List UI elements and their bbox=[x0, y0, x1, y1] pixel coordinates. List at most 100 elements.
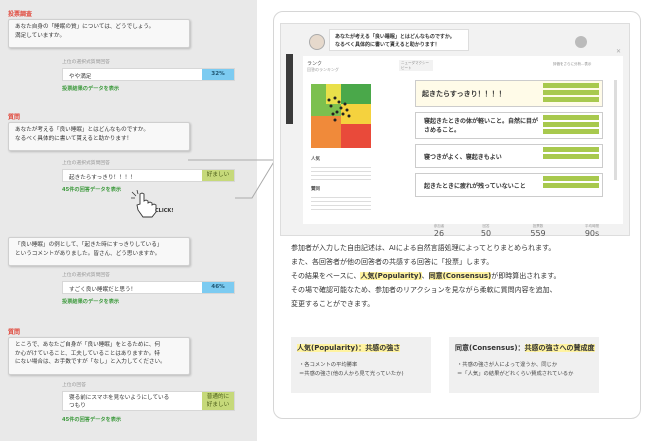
side-text-block bbox=[311, 194, 371, 210]
tag-list bbox=[543, 176, 599, 190]
ranked-answer-text: 起きたときに疲れが残っていないこと bbox=[424, 183, 526, 190]
box-title-text: 共感の強さへの賛成度 bbox=[524, 344, 595, 352]
popularity-highlight: 人気(Popularity) bbox=[360, 272, 422, 280]
result-tag-line: 普通的に bbox=[206, 394, 230, 400]
section-title: 質問 bbox=[8, 329, 21, 336]
question-card: あなた自身の「睡眠の質」については、どうでしょう。 満足していますか。 bbox=[8, 19, 190, 48]
tag-list bbox=[543, 147, 599, 161]
box-title: 同意(Consensus)：共感の強さへの賛成度 bbox=[455, 343, 595, 353]
ranked-answer-text: 寝つきがよく、寝起きもよい bbox=[424, 154, 502, 161]
description-text: その結果をベースに、 bbox=[291, 272, 361, 280]
show-results-link[interactable]: 投票結果のデータを表示 bbox=[62, 298, 119, 305]
tag-list bbox=[543, 83, 599, 104]
filter-chip[interactable]: ニューダマクシー ビート bbox=[399, 60, 433, 71]
show-answers-link[interactable]: 45件の回答データを表示 bbox=[62, 416, 121, 423]
stat: 投票数 559 bbox=[518, 224, 558, 238]
box-line: ・各コメントの平均勝率 bbox=[299, 362, 358, 368]
app-screenshot: あなたが考える「良い睡眠」とはどんなものですか。 なるべく具体的に書いて貰えると… bbox=[280, 23, 630, 238]
connector-line bbox=[188, 159, 276, 199]
bubble-line: なるべく具体的に書いて貰えると助かります！ bbox=[335, 42, 440, 48]
question-card: 「良い睡眠」の例として、「起きた時にすっきりしている」 というコメントがありまし… bbox=[8, 237, 190, 266]
participants-icon bbox=[575, 36, 587, 48]
answer-row: すごく良い睡眠だと思う！ 46% bbox=[62, 281, 235, 294]
ranked-answer[interactable]: 起きたときに疲れが残っていないこと bbox=[415, 173, 603, 197]
stat: 参加者 26 bbox=[419, 224, 459, 238]
box-line: ・共感の強さが人によって違うか、同じか bbox=[457, 362, 558, 368]
answer-text: 寝る前にスマホを見ないようにしている bbox=[69, 395, 170, 401]
description-line: 参加者が入力した自由記述は、AIによる自然言語処理によってとりまとめられます。 bbox=[291, 244, 556, 252]
stat: 回答 50 bbox=[466, 224, 506, 238]
sub-label: 上位の回答 bbox=[62, 383, 86, 388]
description-line: その結果をベースに、人気(Popularity)、同意(Consensus)が即… bbox=[291, 269, 631, 283]
consensus-highlight: 同意(Consensus) bbox=[428, 272, 492, 280]
question-line: 「良い睡眠」の例として、「起きた時にすっきりしている」 bbox=[15, 242, 163, 248]
answer-row: 寝る前にスマホを見ないようにしている つもり 普通的に 好ましい bbox=[62, 391, 235, 411]
box-title-text: 同意(Consensus)： bbox=[455, 344, 525, 352]
question-line: か心がけていること、工夫していることはありますか。特 bbox=[15, 350, 160, 357]
bubble-line: あなたが考える「良い睡眠」とはどんなものですか。 bbox=[335, 34, 455, 40]
box-line: ＝「人気」の結果がどれくらい賛成されているか bbox=[457, 371, 574, 377]
rank-title: ランク bbox=[307, 61, 323, 67]
rank-sub: 回答のランキング bbox=[307, 67, 339, 72]
question-line: ところで、あなたご自身が「良い睡眠」をとるために、何 bbox=[15, 342, 161, 348]
description-line: また、各回答者が他の回答者の共感する回答に「投票」します。 bbox=[291, 258, 494, 266]
description-text: が即時算出されます。 bbox=[491, 272, 561, 280]
answer-text: 起きたらすっきり！！！！ bbox=[69, 174, 136, 181]
click-label: CLICK! bbox=[155, 208, 174, 214]
ranked-answer[interactable]: 寝つきがよく、寝起きもよい bbox=[415, 144, 603, 168]
box-title: 人気(Popularity)：共感の強さ bbox=[297, 343, 401, 353]
side-text-block bbox=[311, 164, 371, 180]
sort-label[interactable]: 評価をさらに分析...表示 bbox=[553, 62, 591, 67]
description: 参加者が入力した自由記述は、AIによる自然言語処理によってとりまとめられます。 … bbox=[291, 241, 631, 311]
close-icon[interactable]: ✕ bbox=[616, 48, 621, 55]
answer-text: つもり bbox=[69, 403, 86, 409]
section-title: 投票調査 bbox=[8, 11, 33, 18]
description-line: その場で確認可能なため、参加者のリアクションを見ながら柔軟に質問内容を追加、 bbox=[291, 286, 557, 294]
scrollbar[interactable] bbox=[614, 80, 617, 180]
question-card: あなたが考える「良い睡眠」とはどんなものですか。 なるべく具体的に書いて貰えると… bbox=[8, 122, 190, 151]
box-line: ＝共感の強さ(他の人から見て光っていたか) bbox=[299, 371, 404, 377]
result-tag: 普通的に 好ましい bbox=[202, 392, 234, 410]
ranked-answer-text: 寝起きたときの体が軽いこと。自然に目がさめること。 bbox=[424, 118, 539, 134]
question-line: あなたが考える「良い睡眠」とはどんなものですか。 bbox=[15, 127, 149, 133]
question-line: なるべく具体的に書いて貰えると助かります！ bbox=[15, 135, 133, 142]
avatar bbox=[309, 34, 325, 50]
popularity-box: 人気(Popularity)：共感の強さ ・各コメントの平均勝率 ＝共感の強さ(… bbox=[291, 337, 431, 393]
sub-label: 上位の選択式質問回答 bbox=[62, 273, 110, 278]
description-text: 、 bbox=[421, 272, 429, 280]
ranked-answer-text: 起きたらすっきり！！！！ bbox=[422, 90, 506, 98]
consensus-box: 同意(Consensus)：共感の強さへの賛成度 ・共感の強さが人によって違うか… bbox=[449, 337, 599, 393]
ranked-answer[interactable]: 寝起きたときの体が軽いこと。自然に目がさめること。 bbox=[415, 112, 603, 139]
question-bubble: あなたが考える「良い睡眠」とはどんなものですか。 なるべく具体的に書いて貰えると… bbox=[329, 29, 469, 51]
description-line: 変更することができます。 bbox=[291, 300, 375, 308]
question-line: あなた自身の「睡眠の質」については、どうでしょう。 bbox=[15, 24, 155, 30]
tag-list bbox=[543, 115, 599, 136]
heatmap bbox=[311, 84, 371, 148]
result-percent: 32% bbox=[202, 69, 234, 80]
question-line: 満足していますか。 bbox=[15, 32, 66, 39]
sub-label: 上位の選択式質問回答 bbox=[62, 161, 110, 166]
result-percent: 46% bbox=[202, 282, 234, 293]
content-area: ランク 回答のランキング ニューダマクシー ビート 評価をさらに分析...表示 … bbox=[303, 56, 623, 224]
question-card: ところで、あなたご自身が「良い睡眠」をとるために、何 か心がけていること、工夫し… bbox=[8, 337, 190, 375]
stat: 平均時間 90s bbox=[572, 224, 612, 238]
section-title: 質問 bbox=[8, 114, 21, 121]
side-nav bbox=[286, 54, 293, 124]
side-heading: 人気 bbox=[311, 157, 320, 162]
stat-value: 90s bbox=[584, 229, 600, 238]
sub-label: 上位の選択式質問回答 bbox=[62, 60, 110, 65]
box-text: ・各コメントの平均勝率 ＝共感の強さ(他の人から見て光っていたか) bbox=[299, 361, 404, 379]
result-tag-line: 好ましい bbox=[206, 402, 230, 408]
show-results-link[interactable]: 投票結果のデータを表示 bbox=[62, 85, 119, 92]
stat-value: 26 bbox=[433, 229, 445, 238]
box-text: ・共感の強さが人によって違うか、同じか ＝「人気」の結果がどれくらい賛成されてい… bbox=[457, 361, 573, 379]
ranked-answer[interactable]: 起きたらすっきり！！！！ bbox=[415, 80, 603, 107]
question-line: にない場合は、お手数ですが「なし」と入力してください。 bbox=[15, 359, 166, 366]
left-panel: 投票調査 あなた自身の「睡眠の質」については、どうでしょう。 満足していますか。… bbox=[0, 0, 257, 441]
side-heading: 賛同 bbox=[311, 187, 320, 192]
answer-text: やや満足 bbox=[69, 73, 92, 80]
show-answers-link[interactable]: 45件の回答データを表示 bbox=[62, 186, 121, 193]
answer-row: やや満足 32% bbox=[62, 68, 235, 81]
stat-value: 50 bbox=[480, 229, 492, 238]
stat-value: 559 bbox=[530, 229, 546, 238]
